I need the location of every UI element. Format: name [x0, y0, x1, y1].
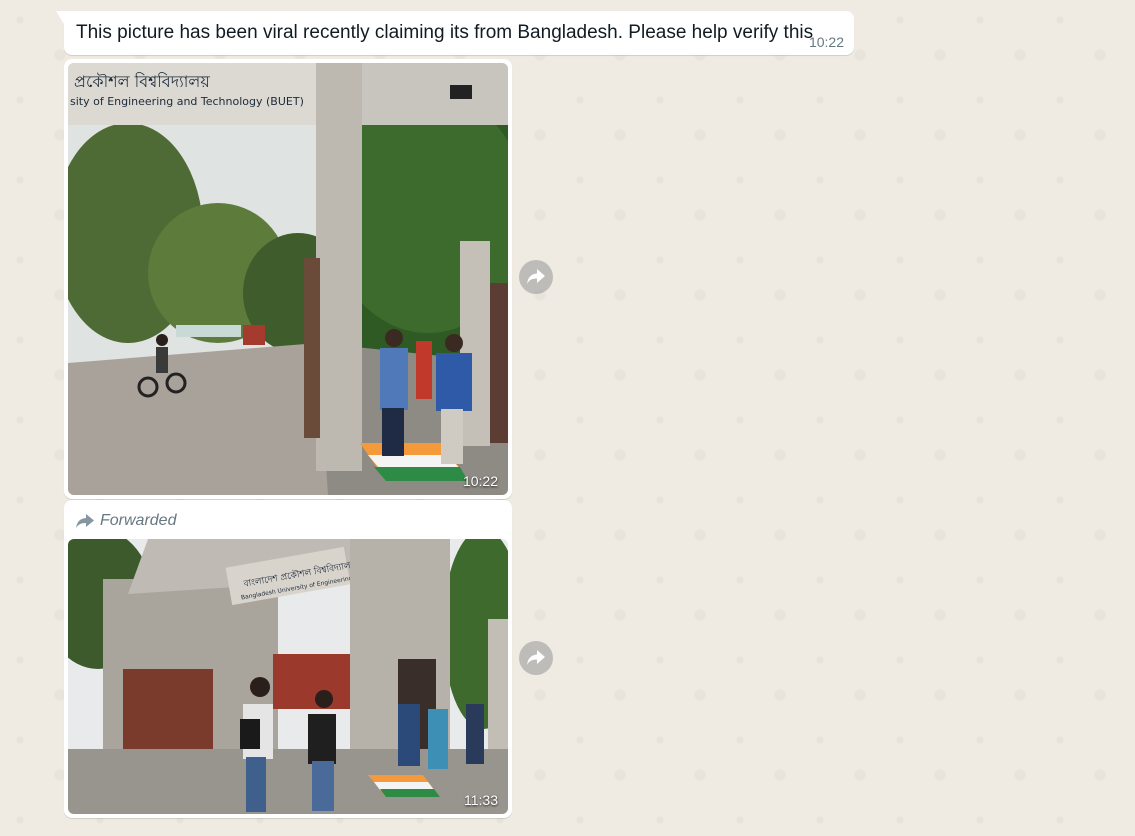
- forward-share-icon: [527, 269, 545, 284]
- image-time: 11:33: [464, 792, 498, 808]
- sign-bangla-text: প্রকৌশল বিশ্ববিদ্যালয়: [74, 72, 210, 91]
- forward-share-icon: [527, 650, 545, 665]
- image-time: 10:22: [462, 473, 498, 489]
- sign-english-text: sity of Engineering and Technology (BUET…: [70, 95, 304, 108]
- text-message-bubble[interactable]: This picture has been viral recently cla…: [56, 11, 854, 55]
- forwarded-text: Forwarded: [100, 512, 177, 529]
- campus-gate-photo[interactable]: প্রকৌশল বিশ্ববিদ্যালয় sity of Engineeri…: [68, 63, 508, 495]
- forward-share-button[interactable]: [519, 641, 553, 675]
- image-message-bubble[interactable]: প্রকৌশল বিশ্ববিদ্যালয় sity of Engineeri…: [64, 59, 512, 499]
- bubble-tail: [56, 11, 64, 24]
- forward-arrow-icon: [76, 514, 94, 528]
- message-time: 10:22: [808, 34, 844, 50]
- campus-entrance-photo[interactable]: বাংলাদেশ প্রকৌশল বিশ্ববিদ্যালয় Banglade…: [68, 539, 508, 814]
- forwarded-image-message-bubble[interactable]: Forwarded বাংলাদেশ প্রকৌশল বিশ্ববিদ্যালয…: [64, 500, 512, 818]
- forwarded-label: Forwarded: [75, 511, 176, 531]
- message-text: This picture has been viral recently cla…: [76, 22, 814, 43]
- forward-share-button[interactable]: [519, 260, 553, 294]
